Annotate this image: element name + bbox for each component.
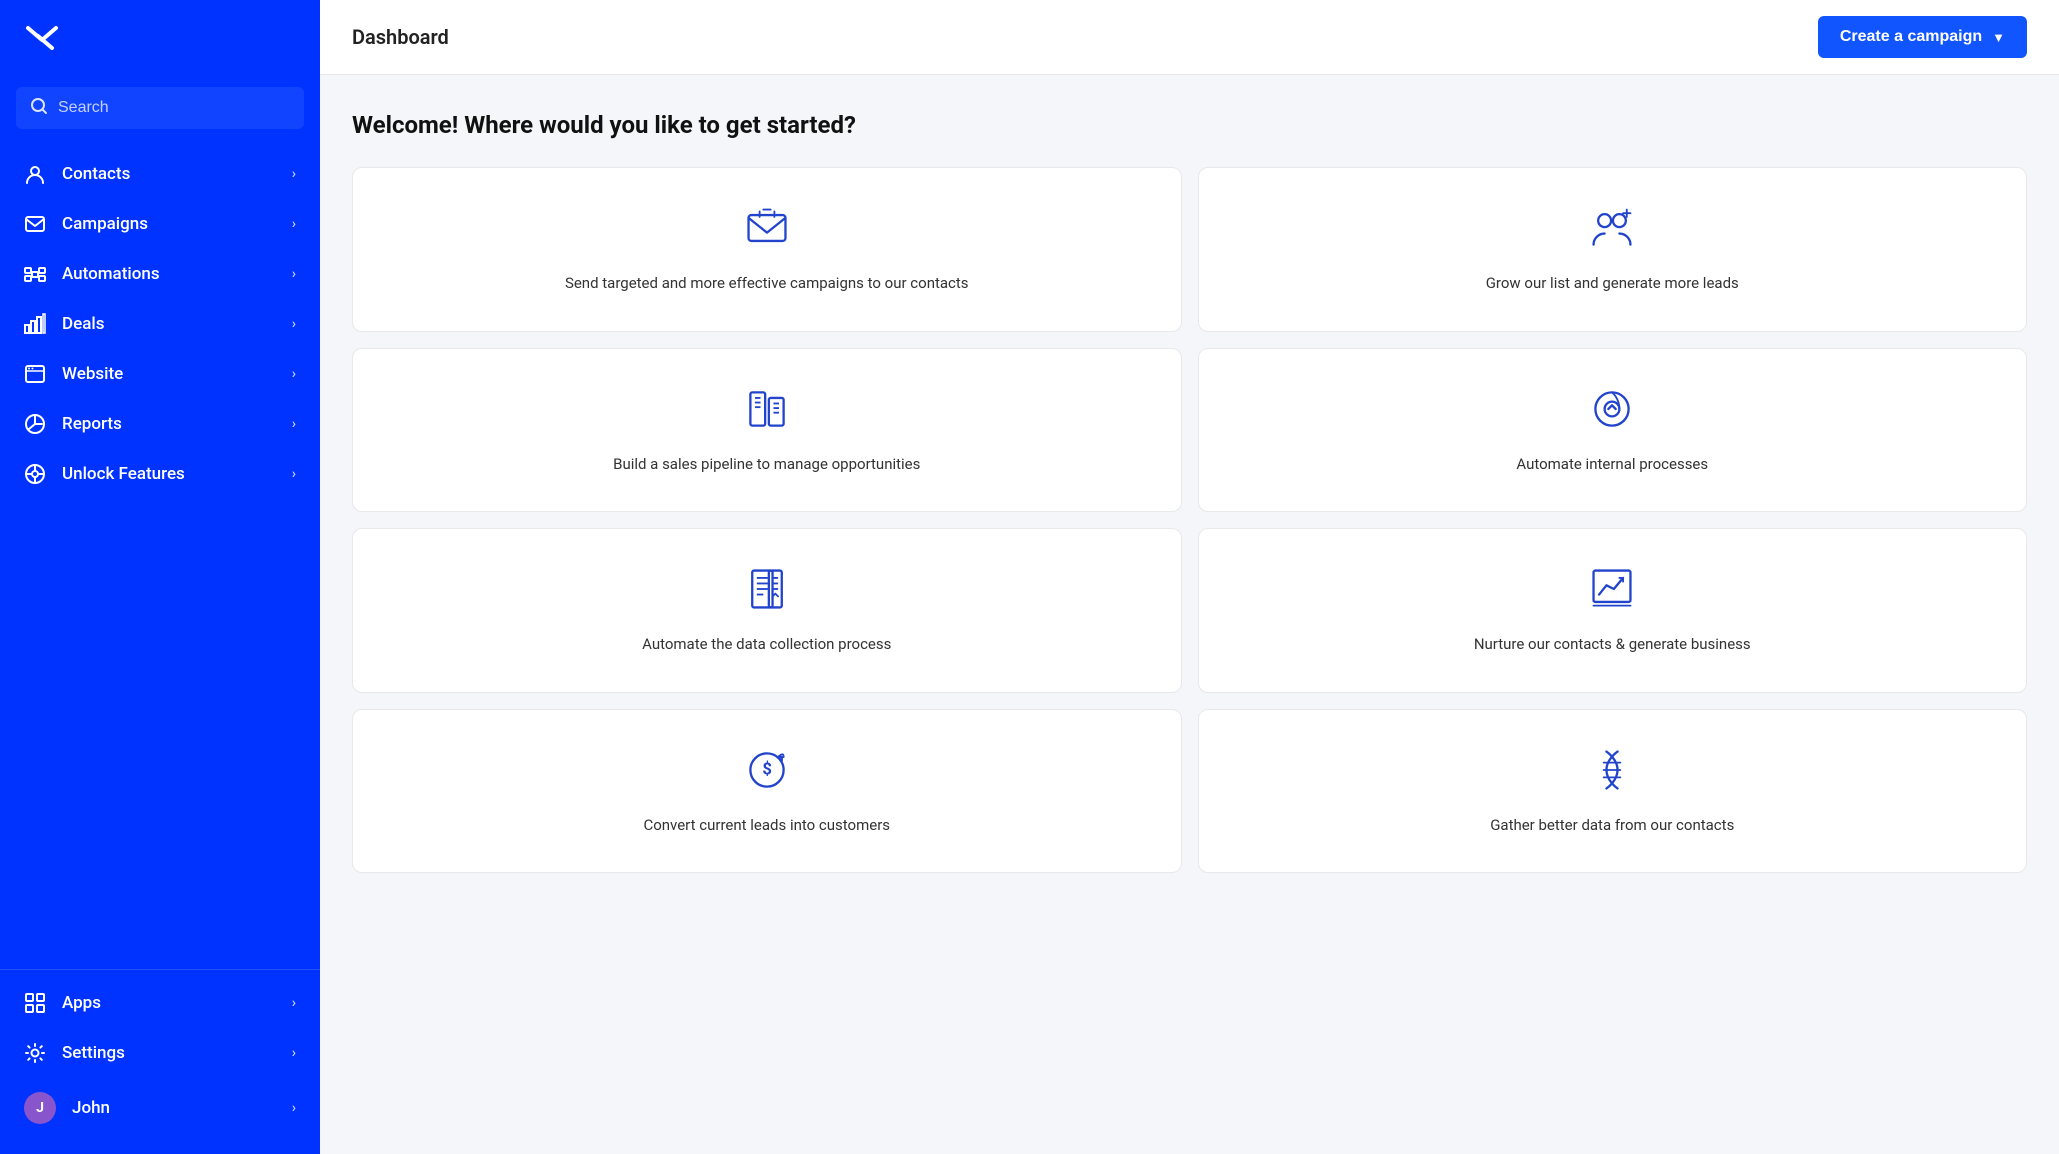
unlock-features-label: Unlock Features xyxy=(62,464,276,484)
profile-label: John xyxy=(72,1098,276,1118)
avatar: J xyxy=(24,1092,56,1124)
website-label: Website xyxy=(62,364,276,384)
card-data-text: Automate the data collection process xyxy=(642,633,891,656)
data-icon xyxy=(743,565,791,617)
campaigns-label: Campaigns xyxy=(62,214,276,234)
unlock-chevron: › xyxy=(292,466,296,482)
create-campaign-button[interactable]: Create a campaign ▼ xyxy=(1818,16,2027,58)
settings-chevron: › xyxy=(292,1045,296,1061)
card-automate[interactable]: Automate internal processes xyxy=(1198,348,2028,513)
card-campaigns-text: Send targeted and more effective campaig… xyxy=(565,272,969,295)
sidebar-item-reports[interactable]: Reports › xyxy=(0,399,320,449)
reports-chevron: › xyxy=(292,416,296,432)
apps-label: Apps xyxy=(62,993,276,1013)
page-title: Dashboard xyxy=(352,25,449,49)
create-campaign-label: Create a campaign xyxy=(1840,28,1982,46)
sidebar-bottom: Apps › Settings › J John › xyxy=(0,969,320,1154)
email-icon xyxy=(743,204,791,256)
settings-label: Settings xyxy=(62,1043,276,1063)
campaigns-icon xyxy=(24,213,46,235)
create-campaign-dropdown-arrow: ▼ xyxy=(1992,30,2005,45)
sidebar-item-apps[interactable]: Apps › xyxy=(0,978,320,1028)
search-bar[interactable] xyxy=(16,87,304,129)
sidebar-item-automations[interactable]: Automations › xyxy=(0,249,320,299)
sidebar-item-contacts[interactable]: Contacts › xyxy=(0,149,320,199)
leads-icon xyxy=(1588,204,1636,256)
profile-chevron: › xyxy=(292,1100,296,1116)
settings-icon xyxy=(24,1042,46,1064)
sidebar-item-website[interactable]: Website › xyxy=(0,349,320,399)
main-content: Dashboard Create a campaign ▼ Welcome! W… xyxy=(320,0,2059,1154)
automations-chevron: › xyxy=(292,266,296,282)
card-convert[interactable]: $ Convert current leads into customers xyxy=(352,709,1182,874)
card-gather-text: Gather better data from our contacts xyxy=(1490,814,1734,837)
search-icon xyxy=(30,97,48,119)
card-pipeline[interactable]: Build a sales pipeline to manage opportu… xyxy=(352,348,1182,513)
contacts-icon xyxy=(24,163,46,185)
sidebar-logo xyxy=(0,0,320,79)
card-nurture-text: Nurture our contacts & generate business xyxy=(1474,633,1751,656)
dashboard-content: Welcome! Where would you like to get sta… xyxy=(320,75,2059,1154)
sidebar-item-unlock-features[interactable]: Unlock Features › xyxy=(0,449,320,499)
apps-chevron: › xyxy=(292,995,296,1011)
deals-chevron: › xyxy=(292,316,296,332)
pipeline-icon xyxy=(743,385,791,437)
reports-label: Reports xyxy=(62,414,276,434)
sidebar-item-deals[interactable]: Deals › xyxy=(0,299,320,349)
nav-items: Contacts › Campaigns › xyxy=(0,145,320,969)
card-gather[interactable]: Gather better data from our contacts xyxy=(1198,709,2028,874)
card-data-collection[interactable]: Automate the data collection process xyxy=(352,528,1182,693)
topbar: Dashboard Create a campaign ▼ xyxy=(320,0,2059,75)
website-icon xyxy=(24,363,46,385)
deals-label: Deals xyxy=(62,314,276,334)
sidebar: Contacts › Campaigns › xyxy=(0,0,320,1154)
apps-icon xyxy=(24,992,46,1014)
welcome-heading: Welcome! Where would you like to get sta… xyxy=(352,111,2027,139)
svg-text:$: $ xyxy=(762,760,772,779)
logo-icon xyxy=(24,18,60,61)
automations-label: Automations xyxy=(62,264,276,284)
website-chevron: › xyxy=(292,366,296,382)
unlock-icon xyxy=(24,463,46,485)
dna-icon xyxy=(1588,746,1636,798)
card-leads[interactable]: Grow our list and generate more leads xyxy=(1198,167,2028,332)
automations-icon xyxy=(24,263,46,285)
contacts-chevron: › xyxy=(292,166,296,182)
money-icon: $ xyxy=(743,746,791,798)
sidebar-item-campaigns[interactable]: Campaigns › xyxy=(0,199,320,249)
reports-icon xyxy=(24,413,46,435)
card-convert-text: Convert current leads into customers xyxy=(643,814,890,837)
cards-grid: Send targeted and more effective campaig… xyxy=(352,167,2027,873)
chart-icon xyxy=(1588,565,1636,617)
automate-icon xyxy=(1588,385,1636,437)
campaigns-chevron: › xyxy=(292,216,296,232)
search-input[interactable] xyxy=(58,99,290,117)
card-campaigns[interactable]: Send targeted and more effective campaig… xyxy=(352,167,1182,332)
sidebar-item-profile[interactable]: J John › xyxy=(0,1078,320,1138)
contacts-label: Contacts xyxy=(62,164,276,184)
card-automate-text: Automate internal processes xyxy=(1516,453,1708,476)
sidebar-item-settings[interactable]: Settings › xyxy=(0,1028,320,1078)
deals-icon xyxy=(24,313,46,335)
card-pipeline-text: Build a sales pipeline to manage opportu… xyxy=(613,453,920,476)
card-leads-text: Grow our list and generate more leads xyxy=(1486,272,1739,295)
card-nurture[interactable]: Nurture our contacts & generate business xyxy=(1198,528,2028,693)
